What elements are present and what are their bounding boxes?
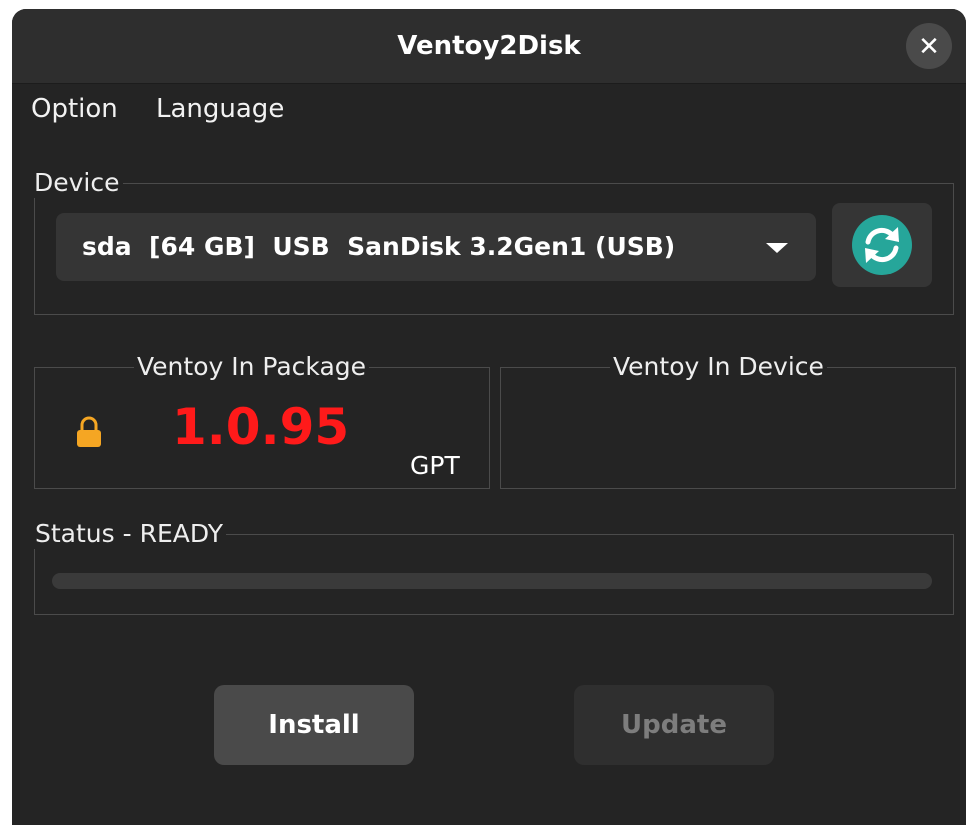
lock-icon bbox=[74, 415, 104, 454]
device-version-group bbox=[500, 367, 956, 489]
package-group-label: Ventoy In Package bbox=[134, 352, 370, 382]
progress-bar bbox=[52, 573, 932, 589]
close-button[interactable]: ✕ bbox=[906, 23, 952, 69]
device-version-group-label: Ventoy In Device bbox=[610, 352, 827, 382]
menu-bar: Option Language bbox=[12, 84, 966, 136]
chevron-down-icon bbox=[766, 243, 788, 253]
update-button[interactable]: Update bbox=[574, 685, 774, 765]
status-group-label: Status - READY bbox=[32, 519, 227, 549]
ventoy2disk-window: Ventoy2Disk ✕ Option Language Device sda… bbox=[12, 9, 966, 825]
close-icon: ✕ bbox=[918, 31, 940, 61]
menu-option[interactable]: Option bbox=[31, 94, 118, 124]
partition-style-label: GPT bbox=[410, 451, 460, 480]
menu-language[interactable]: Language bbox=[156, 94, 284, 124]
device-select-value: sda [64 GB] USB SanDisk 3.2Gen1 (USB) bbox=[82, 232, 676, 261]
device-group-label: Device bbox=[31, 168, 123, 198]
window-title: Ventoy2Disk bbox=[397, 31, 581, 61]
install-button[interactable]: Install bbox=[214, 685, 414, 765]
package-version: 1.0.95 bbox=[172, 398, 350, 456]
refresh-icon bbox=[852, 215, 912, 275]
device-select[interactable]: sda [64 GB] USB SanDisk 3.2Gen1 (USB) bbox=[56, 213, 816, 281]
refresh-button[interactable] bbox=[832, 203, 932, 287]
title-bar: Ventoy2Disk ✕ bbox=[12, 9, 966, 84]
